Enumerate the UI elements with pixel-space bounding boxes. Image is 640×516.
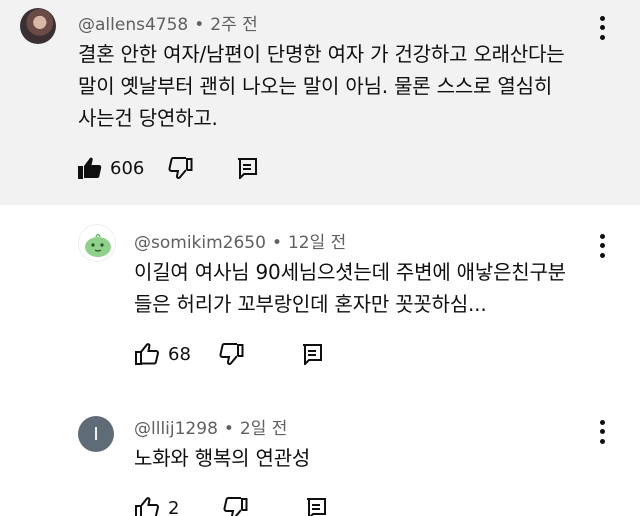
comment-text: 노화와 행복의 연관성: [134, 446, 311, 470]
comment-meta: @lllij1298 • 2일 전: [134, 414, 287, 439]
comment-thread-1: @allens4758 • 2주 전 결혼 안한 여자/남편이 단명한 여자 가 건…: [0, 0, 640, 205]
avatar-letter: I: [93, 423, 99, 445]
avatar[interactable]: [78, 224, 116, 262]
separator-dot: •: [223, 419, 234, 439]
thumbs-up-icon[interactable]: [134, 496, 160, 516]
reply-comment-icon[interactable]: [236, 157, 258, 179]
comment-time[interactable]: 2주 전: [210, 15, 258, 35]
like-count: 2: [168, 497, 180, 516]
comment-time[interactable]: 2일 전: [240, 419, 288, 439]
like-count: 68: [168, 343, 191, 365]
comment-author[interactable]: @lllij1298: [134, 419, 218, 439]
comment-actions: 68: [134, 338, 323, 370]
comment-meta: @somikim2650 • 12일 전: [134, 228, 346, 253]
avatar[interactable]: [20, 8, 56, 44]
thumbs-down-icon[interactable]: [219, 342, 245, 366]
like-count: 606: [110, 157, 145, 179]
reply-comment-icon[interactable]: [305, 497, 327, 516]
reply-comment-icon[interactable]: [301, 343, 323, 365]
comment-text: 결혼 안한 여자/남편이 단명한 여자 가 건강하고 오래산다는 말이 옛날부터…: [78, 42, 565, 130]
comment-actions: 2: [134, 492, 327, 516]
comment-meta: @allens4758 • 2주 전: [78, 10, 258, 35]
thumbs-down-icon[interactable]: [168, 156, 194, 180]
separator-dot: •: [271, 233, 282, 253]
avatar[interactable]: I: [78, 416, 114, 452]
separator-dot: •: [194, 15, 205, 35]
thumbs-down-icon[interactable]: [223, 496, 249, 516]
thumbs-up-icon[interactable]: [134, 342, 160, 366]
comment-text: 이길여 여사님 90세님으셧는데 주변에 애낳은친구분 들은 허리가 꼬부랑인데…: [134, 260, 566, 316]
comment-author[interactable]: @allens4758: [78, 15, 188, 35]
comment-author[interactable]: @somikim2650: [134, 233, 266, 253]
thumbs-up-icon[interactable]: [76, 156, 102, 180]
comment-time[interactable]: 12일 전: [288, 233, 346, 253]
comment-actions: 606: [76, 152, 258, 184]
